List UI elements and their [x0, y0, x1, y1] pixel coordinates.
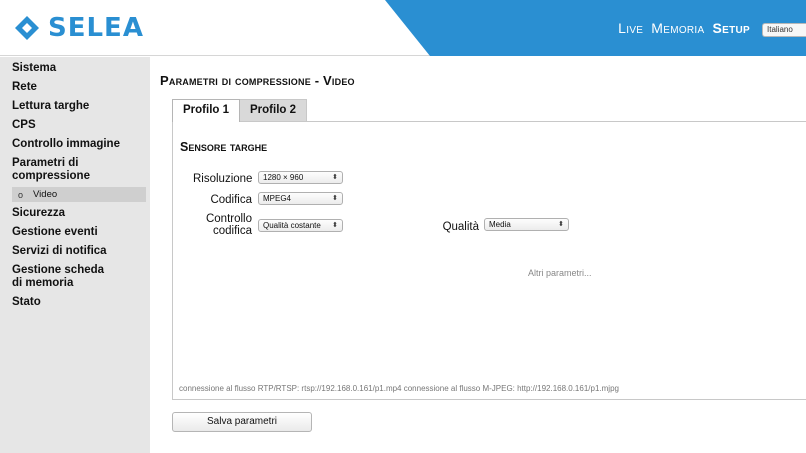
- updown-arrows-icon: ⬍: [332, 222, 338, 229]
- selea-logo: SELEA: [14, 14, 144, 42]
- qualita-label: Qualità: [442, 221, 479, 233]
- logo-mark-icon: [15, 16, 39, 40]
- updown-arrows-icon: ⬍: [558, 221, 564, 228]
- codifica-select[interactable]: MPEG4 ⬍: [258, 192, 343, 205]
- language-select[interactable]: Italiano: [762, 23, 806, 37]
- main-content: Parametri di compressione - Video Profil…: [150, 57, 806, 453]
- sidebar-item-controllo-immagine[interactable]: Controllo immagine: [0, 137, 150, 152]
- save-parameters-button[interactable]: Salva parametri: [172, 412, 312, 432]
- updown-arrows-icon: ⬍: [332, 195, 338, 202]
- controllo-codifica-value: Qualità costante: [263, 221, 321, 230]
- top-navigation: Live Memoria Setup: [618, 20, 750, 36]
- sidebar-item-servizi-notifica[interactable]: Servizi di notifica: [0, 244, 150, 259]
- sidebar-item-sicurezza[interactable]: Sicurezza: [0, 206, 150, 221]
- codifica-value: MPEG4: [263, 194, 292, 203]
- codifica-label: Codifica: [210, 194, 252, 206]
- tab-profilo-2[interactable]: Profilo 2: [239, 99, 308, 121]
- profile-panel: Sensore targhe Risoluzione 1280 × 960 ⬍ …: [172, 121, 806, 400]
- sidebar-item-sistema[interactable]: Sistema: [0, 61, 150, 76]
- sidebar-item-parametri-compressione[interactable]: Parametri di compressione: [0, 156, 110, 184]
- controllo-codifica-label-line2: codifica: [213, 225, 252, 237]
- altri-parametri-link[interactable]: Altri parametri...: [528, 268, 592, 278]
- sidebar: Sistema Rete Lettura targhe CPS Controll…: [0, 57, 150, 453]
- updown-arrows-icon: ⬍: [332, 174, 338, 181]
- qualita-value: Media: [489, 220, 511, 229]
- controllo-codifica-label-line1: Controllo: [205, 213, 252, 225]
- stream-connection-info: connessione al flusso RTP/RTSP: rtsp://1…: [179, 384, 619, 393]
- qualita-select[interactable]: Media ⬍: [484, 218, 569, 231]
- sidebar-item-gestione-scheda-memoria[interactable]: Gestione scheda di memoria: [0, 263, 120, 291]
- risoluzione-select[interactable]: 1280 × 960 ⬍: [258, 171, 343, 184]
- sidebar-item-stato[interactable]: Stato: [0, 295, 150, 310]
- page-title: Parametri di compressione - Video: [160, 73, 355, 88]
- sidebar-item-gestione-eventi[interactable]: Gestione eventi: [0, 225, 150, 240]
- sidebar-item-cps[interactable]: CPS: [0, 118, 150, 133]
- risoluzione-value: 1280 × 960: [263, 173, 304, 182]
- nav-setup[interactable]: Setup: [712, 20, 750, 36]
- controllo-codifica-select[interactable]: Qualità costante ⬍: [258, 219, 343, 232]
- logo-text: SELEA: [48, 13, 144, 43]
- sidebar-item-lettura-targhe[interactable]: Lettura targhe: [0, 99, 150, 114]
- sidebar-item-rete[interactable]: Rete: [0, 80, 150, 95]
- nav-memoria[interactable]: Memoria: [651, 20, 704, 36]
- profile-tabs: Profilo 1 Profilo 2: [172, 99, 308, 122]
- risoluzione-label: Risoluzione: [193, 173, 253, 185]
- sidebar-subitem-video[interactable]: o Video: [12, 187, 146, 202]
- tab-profilo-1[interactable]: Profilo 1: [172, 99, 241, 122]
- sidebar-subitem-label: Video: [33, 189, 58, 200]
- controllo-codifica-label: Controllo codifica: [193, 213, 252, 237]
- nav-live[interactable]: Live: [618, 20, 643, 36]
- header: SELEA Live Memoria Setup Italiano: [0, 0, 806, 56]
- section-title: Sensore targhe: [180, 140, 268, 154]
- bullet-icon: o: [18, 189, 24, 200]
